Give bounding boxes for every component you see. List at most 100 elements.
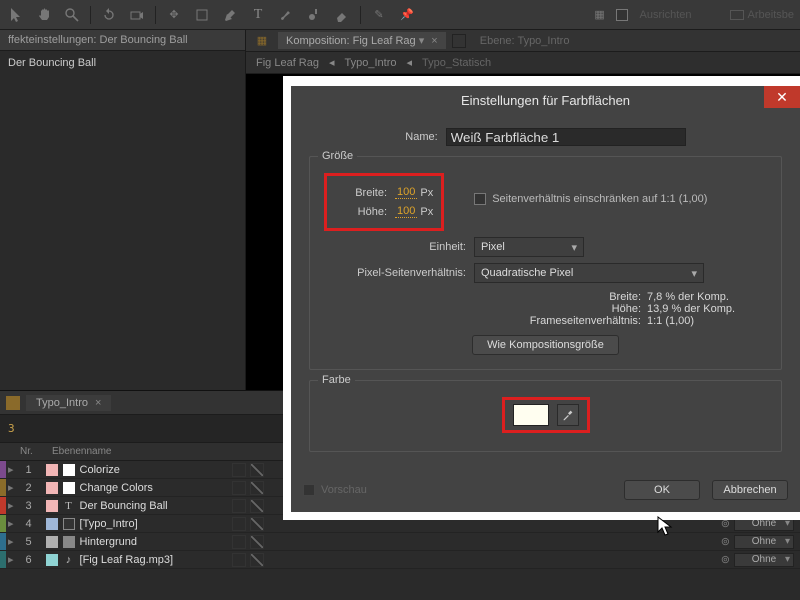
info-width-label: Breite: [471,291,641,303]
dialog-titlebar[interactable]: Einstellungen für Farbflächen ✕ [291,86,800,114]
anchor-tool-icon[interactable]: ✥ [164,5,184,25]
layer-index: 3 [16,500,42,512]
switch-box[interactable] [232,553,246,567]
eraser-tool-icon[interactable] [332,5,352,25]
switch-box[interactable] [250,481,264,495]
height-unit: Px [420,206,433,218]
layer-switches[interactable] [232,481,264,495]
layer-switches[interactable] [232,535,264,549]
layer-name[interactable]: [Fig Leaf Rag.mp3] [80,554,228,566]
name-input[interactable] [446,128,686,146]
left-panel-stack: ffekteinstellungen: Der Bouncing Ball De… [0,30,246,390]
layer-switches[interactable] [232,463,264,477]
layer-color-label[interactable] [0,461,6,478]
current-time[interactable]: 3 [0,422,23,435]
layer-label-swatch[interactable] [46,554,58,566]
puppet-tool-icon[interactable]: 📌 [397,5,417,25]
timeline-tab[interactable]: Typo_Intro × [26,395,111,411]
layer-color-label[interactable] [0,551,6,568]
preview-label: Vorschau [321,484,367,496]
layer-name[interactable]: Der Bouncing Ball [80,500,228,512]
twirl-icon[interactable]: ▸ [8,553,14,566]
camera-tool-icon[interactable] [127,5,147,25]
comp-swatch-icon [6,396,20,410]
name-label: Name: [405,131,445,143]
color-swatch[interactable] [513,404,549,426]
switch-box[interactable] [232,535,246,549]
switch-box[interactable] [250,463,264,477]
shape-tool-icon[interactable] [192,5,212,25]
par-dropdown[interactable]: Quadratische Pixel▾ [474,263,704,283]
roto-tool-icon[interactable]: ✎ [369,5,389,25]
zoom-tool-icon[interactable] [62,5,82,25]
layer-label-swatch[interactable] [46,536,58,548]
size-group-label: Größe [318,150,357,162]
layer-label-swatch[interactable] [46,464,58,476]
col-index: Nr. [14,446,46,457]
switch-box[interactable] [232,499,246,513]
layer-color-label[interactable] [0,479,6,496]
width-value[interactable]: 100 [395,186,417,199]
info-height-label: Höhe: [471,303,641,315]
twirl-icon[interactable]: ▸ [8,481,14,494]
layer-name[interactable]: Colorize [80,464,228,476]
layer-switches[interactable] [232,553,264,567]
layer-name[interactable]: [Typo_Intro] [80,518,228,530]
switch-box[interactable] [232,481,246,495]
tab-close-icon[interactable]: × [95,397,101,409]
flow-item[interactable]: Fig Leaf Rag [256,57,319,69]
text-tool-icon[interactable]: T [248,5,268,25]
layer-label-swatch[interactable] [46,500,58,512]
snap-icon[interactable]: ▦ [590,5,610,25]
tab-menu-caret[interactable]: ▾ [419,35,425,47]
cancel-button[interactable]: Abbrechen [712,480,788,500]
layer-name[interactable]: Change Colors [80,482,228,494]
dialog-title: Einstellungen für Farbflächen [461,93,630,108]
tab-close-icon[interactable]: × [431,35,437,47]
twirl-icon[interactable]: ▸ [8,499,14,512]
selection-tool-icon[interactable] [6,5,26,25]
brush-tool-icon[interactable] [276,5,296,25]
effects-layer-name[interactable]: Der Bouncing Ball [8,57,96,69]
preview-checkbox[interactable] [303,484,315,496]
layer-color-label[interactable] [0,515,6,532]
layer-switches[interactable] [232,499,264,513]
switch-box[interactable] [232,463,246,477]
twirl-icon[interactable]: ▸ [8,517,14,530]
workspace-menu[interactable]: Arbeitsbe [730,9,794,21]
dialog-close-button[interactable]: ✕ [764,86,800,108]
switch-box[interactable] [250,499,264,513]
align-checkbox[interactable] [616,9,628,21]
viewer-tab-layer[interactable]: Ebene: Typo_Intro [472,33,578,49]
lock-aspect-checkbox[interactable] [474,193,486,205]
twirl-icon[interactable]: ▸ [8,535,14,548]
layer-switches[interactable] [232,517,264,531]
pen-tool-icon[interactable] [220,5,240,25]
switch-box[interactable] [232,517,246,531]
layer-label-swatch[interactable] [46,518,58,530]
viewer-tab-bar: ▦ Komposition: Fig Leaf Rag ▾ × Ebene: T… [246,30,800,52]
info-far-value: 1:1 (1,00) [647,315,767,327]
clone-tool-icon[interactable] [304,5,324,25]
rotate-tool-icon[interactable] [99,5,119,25]
layer-color-label[interactable] [0,533,6,550]
height-value[interactable]: 100 [395,205,417,218]
switch-box[interactable] [250,517,264,531]
switch-box[interactable] [250,553,264,567]
flow-item[interactable]: Typo_Intro [345,57,397,69]
render-queue-icon[interactable]: ▦ [252,31,272,51]
layer-type-icon [62,463,76,477]
ok-button[interactable]: OK [624,480,700,500]
viewer-tab-composition[interactable]: Komposition: Fig Leaf Rag ▾ × [278,32,446,49]
units-dropdown[interactable]: Pixel▾ [474,237,584,257]
layer-name[interactable]: Hintergrund [80,536,228,548]
make-comp-size-button[interactable]: Wie Kompositionsgröße [472,335,619,355]
flow-item[interactable]: Typo_Statisch [422,57,491,69]
switch-box[interactable] [250,535,264,549]
layer-color-label[interactable] [0,497,6,514]
layer-label-swatch[interactable] [46,482,58,494]
effects-panel-tab[interactable]: ffekteinstellungen: Der Bouncing Ball [0,30,245,51]
eyedropper-button[interactable] [557,404,579,426]
twirl-icon[interactable]: ▸ [8,463,14,476]
hand-tool-icon[interactable] [34,5,54,25]
